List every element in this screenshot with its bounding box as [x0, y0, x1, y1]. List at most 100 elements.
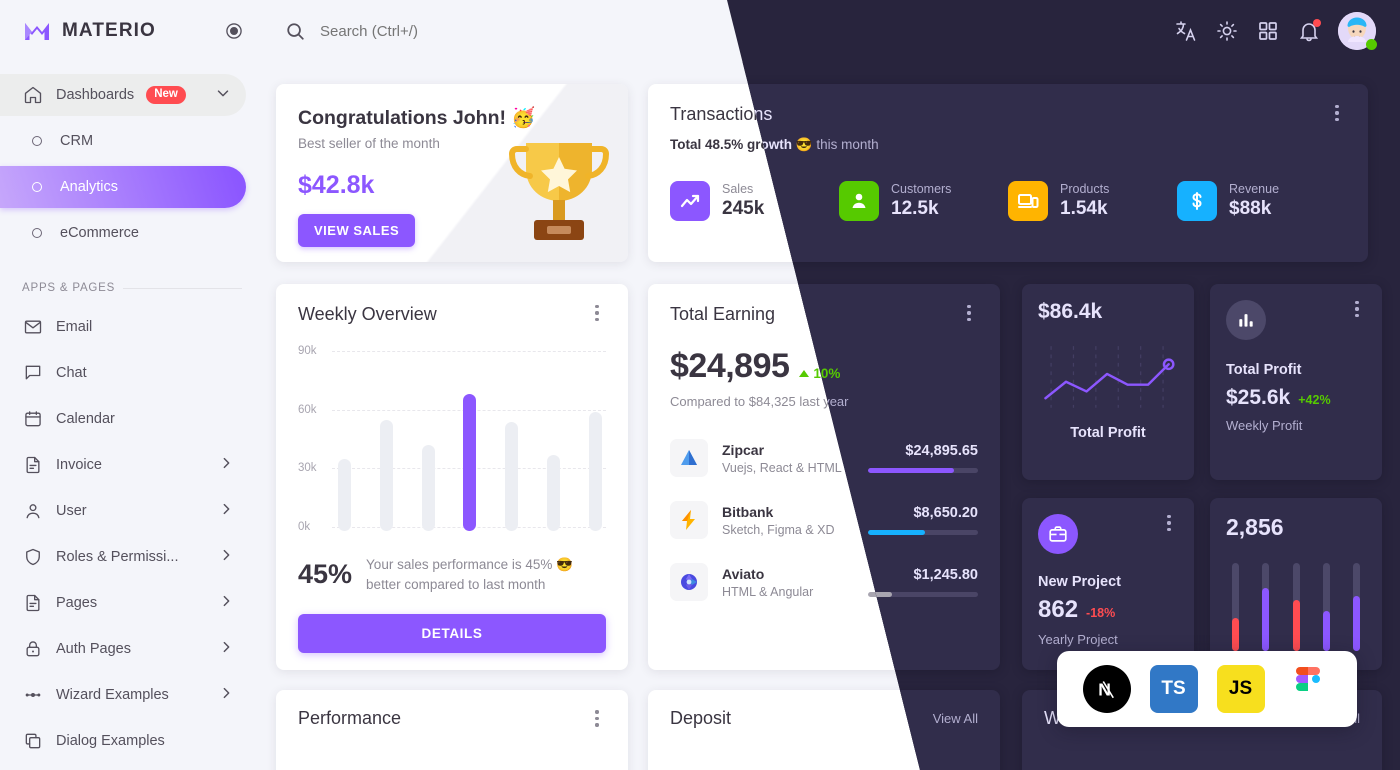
sessions-amount: 2,856	[1226, 514, 1284, 540]
total-profit-card: $86.4k Total Profit	[1022, 284, 1194, 480]
earning-progress-fill	[868, 468, 954, 473]
triangle-up-icon	[799, 370, 810, 377]
chart-bar	[505, 421, 519, 531]
transaction-stat: Products 1.54k	[1008, 181, 1177, 221]
sidebar-item-calendar[interactable]: Calendar	[0, 398, 246, 440]
notifications-bell-icon[interactable]	[1297, 19, 1321, 43]
new-project-label: New Project	[1038, 574, 1121, 590]
home-icon	[22, 84, 44, 106]
new-badge: New	[146, 85, 186, 105]
pin-radio-icon[interactable]	[224, 21, 244, 41]
stat-label: Products	[1060, 182, 1110, 196]
deposit-view-all-link[interactable]: View All	[933, 711, 978, 726]
sidebar-item-pages[interactable]: Pages	[0, 582, 246, 624]
weekly-overview-card: Weekly Overview 0k 30k 60k 90k 45% Your sal…	[276, 284, 628, 670]
chart-bar	[463, 394, 477, 531]
sidebar-item-chat[interactable]: Chat	[0, 352, 246, 394]
sidebar-section-label: APPS & PAGES	[22, 282, 116, 294]
weekly-profit-amount: $25.6k	[1226, 386, 1291, 409]
more-options-icon[interactable]	[1348, 300, 1366, 318]
stat-label: Revenue	[1229, 182, 1280, 196]
earning-progress-track	[868, 592, 978, 597]
chevron-right-icon[interactable]	[218, 547, 234, 567]
total-profit-sparkline	[1038, 338, 1178, 419]
chevron-right-icon[interactable]	[218, 455, 234, 475]
more-options-icon[interactable]	[588, 710, 606, 728]
earning-progress-track	[868, 468, 978, 473]
lock-icon	[22, 638, 44, 660]
user-avatar[interactable]	[1338, 12, 1377, 50]
sidebar-item-auth-pages[interactable]: Auth Pages	[0, 628, 246, 670]
sidebar-item-roles-permissi[interactable]: Roles & Permissi...	[0, 536, 246, 578]
briefcase-icon	[1038, 514, 1078, 554]
performance-percent: 45%	[298, 559, 353, 590]
new-project-sub: Yearly Project	[1038, 632, 1118, 647]
sidebar-item-wizard-examples[interactable]: Wizard Examples	[0, 674, 246, 716]
chart-bar	[338, 458, 351, 531]
more-options-icon[interactable]	[588, 304, 606, 322]
sidebar-item-email[interactable]: Email	[0, 306, 246, 348]
chevron-right-icon[interactable]	[218, 501, 234, 521]
sidebar-item-label: Calendar	[56, 411, 115, 427]
card-title: Total Earning	[670, 304, 776, 324]
axis-tick-label: 90k	[298, 345, 317, 357]
sidebar-item-dialog-examples[interactable]: Dialog Examples	[0, 720, 246, 762]
sidebar-item-label: Roles & Permissi...	[56, 549, 179, 565]
figma-logo-icon[interactable]	[1284, 665, 1332, 713]
sidebar-item-label: Chat	[56, 365, 87, 381]
chevron-down-icon[interactable]	[214, 84, 232, 106]
details-button[interactable]: DETAILS	[298, 614, 606, 654]
sessions-card: 2,856	[1210, 498, 1382, 670]
more-options-icon[interactable]	[1328, 104, 1346, 122]
chevron-right-icon[interactable]	[218, 685, 234, 705]
notification-dot	[1313, 19, 1321, 27]
transaction-stat: Revenue $88k	[1177, 181, 1346, 221]
more-options-icon[interactable]	[960, 304, 978, 322]
account-icon	[839, 181, 879, 221]
chevron-right-icon[interactable]	[218, 593, 234, 613]
nextjs-logo-icon[interactable]: N	[1082, 665, 1131, 713]
online-status-dot	[1366, 39, 1377, 50]
earning-value: $1,245.80	[913, 567, 978, 583]
sidebar-item-dashboards[interactable]: Dashboards New	[0, 74, 246, 116]
bullet-circle-icon	[26, 130, 48, 152]
apps-grid-icon[interactable]	[1256, 19, 1280, 43]
app-root: MATERIO Dashboards New CRM Analytics eCo…	[0, 0, 1400, 770]
sidebar-item-label: CRM	[60, 133, 94, 149]
total-profit-amount: $86.4k	[1038, 300, 1103, 323]
sidebar-item-ecommerce[interactable]: eCommerce	[0, 212, 246, 254]
session-bar	[1232, 563, 1239, 651]
performance-card: Performance	[276, 690, 628, 770]
session-bar	[1292, 563, 1300, 651]
weekly-profit-card: Total Profit $25.6k +42% Weekly Profit	[1210, 284, 1382, 480]
transaction-stat: Customers 12.5k	[839, 181, 1008, 221]
search-input[interactable]	[320, 22, 640, 40]
typescript-logo-icon[interactable]: TS	[1149, 665, 1198, 713]
card-title: Performance	[298, 708, 402, 728]
javascript-logo-icon[interactable]: JS	[1216, 665, 1265, 713]
copy-icon	[22, 730, 44, 752]
weekly-profit-label: Total Profit	[1226, 362, 1302, 378]
congratulations-card: Congratulations John! 🥳 Best seller of t…	[276, 84, 628, 262]
sidebar: MATERIO Dashboards New CRM Analytics eCo…	[0, 0, 260, 770]
sidebar-item-user[interactable]: User	[0, 490, 246, 532]
sidebar-item-crm[interactable]: CRM	[0, 120, 246, 162]
sidebar-item-invoice[interactable]: Invoice	[0, 444, 246, 486]
axis-tick-label: 60k	[298, 403, 317, 416]
earning-desc: Sketch, Figma & XD	[722, 522, 835, 537]
earning-desc: Vuejs, React & HTML	[722, 460, 842, 475]
sidebar-nav: Dashboards New CRM Analytics eCommerce A…	[0, 62, 260, 762]
chevron-right-icon[interactable]	[218, 639, 234, 659]
stat-value: 245k	[722, 198, 765, 219]
sidebar-item-analytics[interactable]: Analytics	[0, 166, 246, 208]
stat-value: $88k	[1229, 198, 1272, 219]
performance-note: Your sales performance is 45% 😎 better c…	[366, 557, 573, 592]
view-sales-button[interactable]: VIEW SALES	[298, 214, 416, 247]
aviato-logo-icon	[670, 563, 708, 601]
more-options-icon[interactable]	[1160, 514, 1178, 532]
translate-icon[interactable]	[1174, 19, 1198, 43]
search-icon[interactable]	[284, 20, 306, 42]
transactions-subtitle: Total 48.5% growth 😎 this month	[727, 137, 1346, 153]
theme-toggle-icon[interactable]	[1215, 19, 1239, 43]
bullet-circle-icon	[26, 176, 48, 198]
